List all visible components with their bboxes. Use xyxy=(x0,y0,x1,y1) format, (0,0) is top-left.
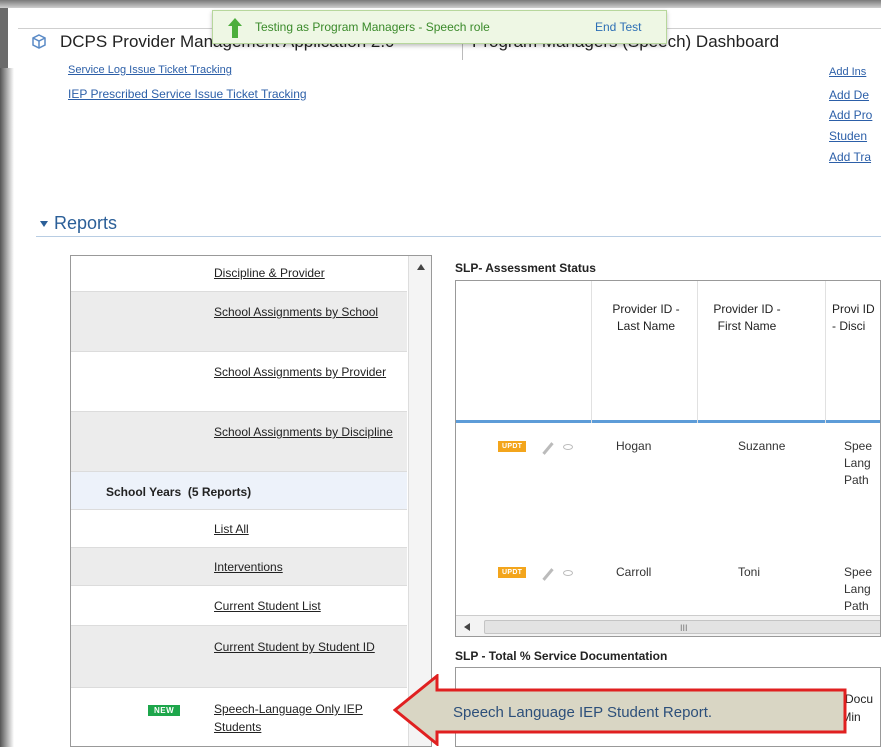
edit-pencil-icon[interactable] xyxy=(542,442,554,455)
column-header[interactable]: Provi ID - Disci xyxy=(825,281,880,423)
list-item[interactable]: Interventions xyxy=(71,548,407,586)
cell-discipline: Spee Lang Path xyxy=(844,565,873,613)
cell-first-name: Toni xyxy=(738,565,761,579)
app-cube-icon xyxy=(32,34,46,49)
collapse-triangle-icon xyxy=(40,221,48,228)
list-item[interactable]: School Assignments by School xyxy=(71,292,407,352)
scroll-thumb[interactable]: III xyxy=(484,620,880,634)
group-label: School Years (5 Reports) xyxy=(106,485,252,499)
list-item[interactable]: NEW Speech-Language Only IEP Students xyxy=(71,688,407,746)
report-link[interactable]: Current Student List xyxy=(214,597,394,615)
scroll-left-arrow-icon[interactable] xyxy=(464,623,470,631)
scroll-grip: III xyxy=(680,623,688,633)
add-pro-link[interactable]: Add Pro xyxy=(829,108,872,122)
documentation-grid-title: SLP - Total % Service Documentation xyxy=(455,649,668,663)
table-row: UPDT Carroll Toni Spee Lang Path xyxy=(456,556,880,616)
test-role-message: Testing as Program Managers - Speech rol… xyxy=(255,20,490,34)
cell-discipline: Spee Lang Path xyxy=(844,439,873,487)
report-link[interactable]: Discipline & Provider xyxy=(214,264,394,282)
report-link[interactable]: School Assignments by Provider xyxy=(214,363,394,381)
report-link[interactable]: School Assignments by Discipline xyxy=(214,423,394,441)
test-role-banner: Testing as Program Managers - Speech rol… xyxy=(212,10,667,44)
list-item[interactable]: Current Student by Student ID xyxy=(71,626,407,688)
add-ins-link[interactable]: Add Ins xyxy=(829,66,866,78)
end-test-link[interactable]: End Test xyxy=(595,20,641,34)
report-link[interactable]: Current Student by Student ID xyxy=(214,638,394,656)
column-header-label: Provi ID - Disci xyxy=(832,302,875,333)
scroll-up-arrow-icon[interactable] xyxy=(417,264,425,270)
report-link[interactable]: School Assignments by School xyxy=(214,303,394,321)
view-eye-icon[interactable] xyxy=(563,570,573,576)
view-eye-icon[interactable] xyxy=(563,444,573,450)
assessment-grid-title: SLP- Assessment Status xyxy=(455,261,596,275)
arrow-up-icon xyxy=(228,18,242,38)
window-left-edge xyxy=(0,68,14,747)
reports-heading[interactable]: Reports xyxy=(40,213,117,234)
column-header[interactable]: Provider ID - First Name xyxy=(697,281,825,423)
reports-heading-label: Reports xyxy=(54,213,118,233)
iep-ticket-link[interactable]: IEP Prescribed Service Issue Ticket Trac… xyxy=(68,87,307,101)
horizontal-scrollbar[interactable]: III xyxy=(456,615,880,636)
new-badge: NEW xyxy=(148,705,181,716)
report-link[interactable]: List All xyxy=(214,520,394,538)
list-item[interactable]: School Assignments by Discipline xyxy=(71,412,407,472)
callout-text: Speech Language IEP Student Report. xyxy=(453,704,713,721)
list-item[interactable]: Current Student List xyxy=(71,586,407,626)
service-log-ticket-link[interactable]: Service Log Issue Ticket Tracking xyxy=(68,64,232,76)
report-link[interactable]: Speech-Language Only IEP Students xyxy=(214,700,394,736)
cell-last-name: Hogan xyxy=(616,439,652,453)
report-group-header: School Years (5 Reports) xyxy=(71,472,407,510)
list-item[interactable]: List All xyxy=(71,510,407,548)
reports-list-panel: Discipline & Provider School Assignments… xyxy=(70,255,432,747)
cell-last-name: Carroll xyxy=(616,565,652,579)
update-button[interactable]: UPDT xyxy=(498,441,527,452)
student-link[interactable]: Studen xyxy=(829,129,867,143)
grid-header: Provider ID - Last Name Provider ID - Fi… xyxy=(456,281,880,423)
list-item[interactable]: School Assignments by Provider xyxy=(71,352,407,412)
list-item[interactable]: Discipline & Provider xyxy=(71,256,407,292)
column-header-label: Provider ID - Last Name xyxy=(612,302,680,333)
add-de-link[interactable]: Add De xyxy=(829,88,869,102)
column-header-label: Provider ID - First Name xyxy=(713,302,781,333)
column-header[interactable]: Provider ID - Last Name xyxy=(591,281,697,423)
update-button[interactable]: UPDT xyxy=(498,567,527,578)
reports-divider xyxy=(36,236,881,237)
cell-first-name: Suzanne xyxy=(738,439,786,453)
window-top-edge xyxy=(0,0,881,8)
add-tra-link[interactable]: Add Tra xyxy=(829,150,871,164)
assessment-status-grid: Provider ID - Last Name Provider ID - Fi… xyxy=(455,280,881,637)
edit-pencil-icon[interactable] xyxy=(542,568,554,581)
report-link[interactable]: Interventions xyxy=(214,558,394,576)
table-row: UPDT Hogan Suzanne Spee Lang Path xyxy=(456,426,880,556)
